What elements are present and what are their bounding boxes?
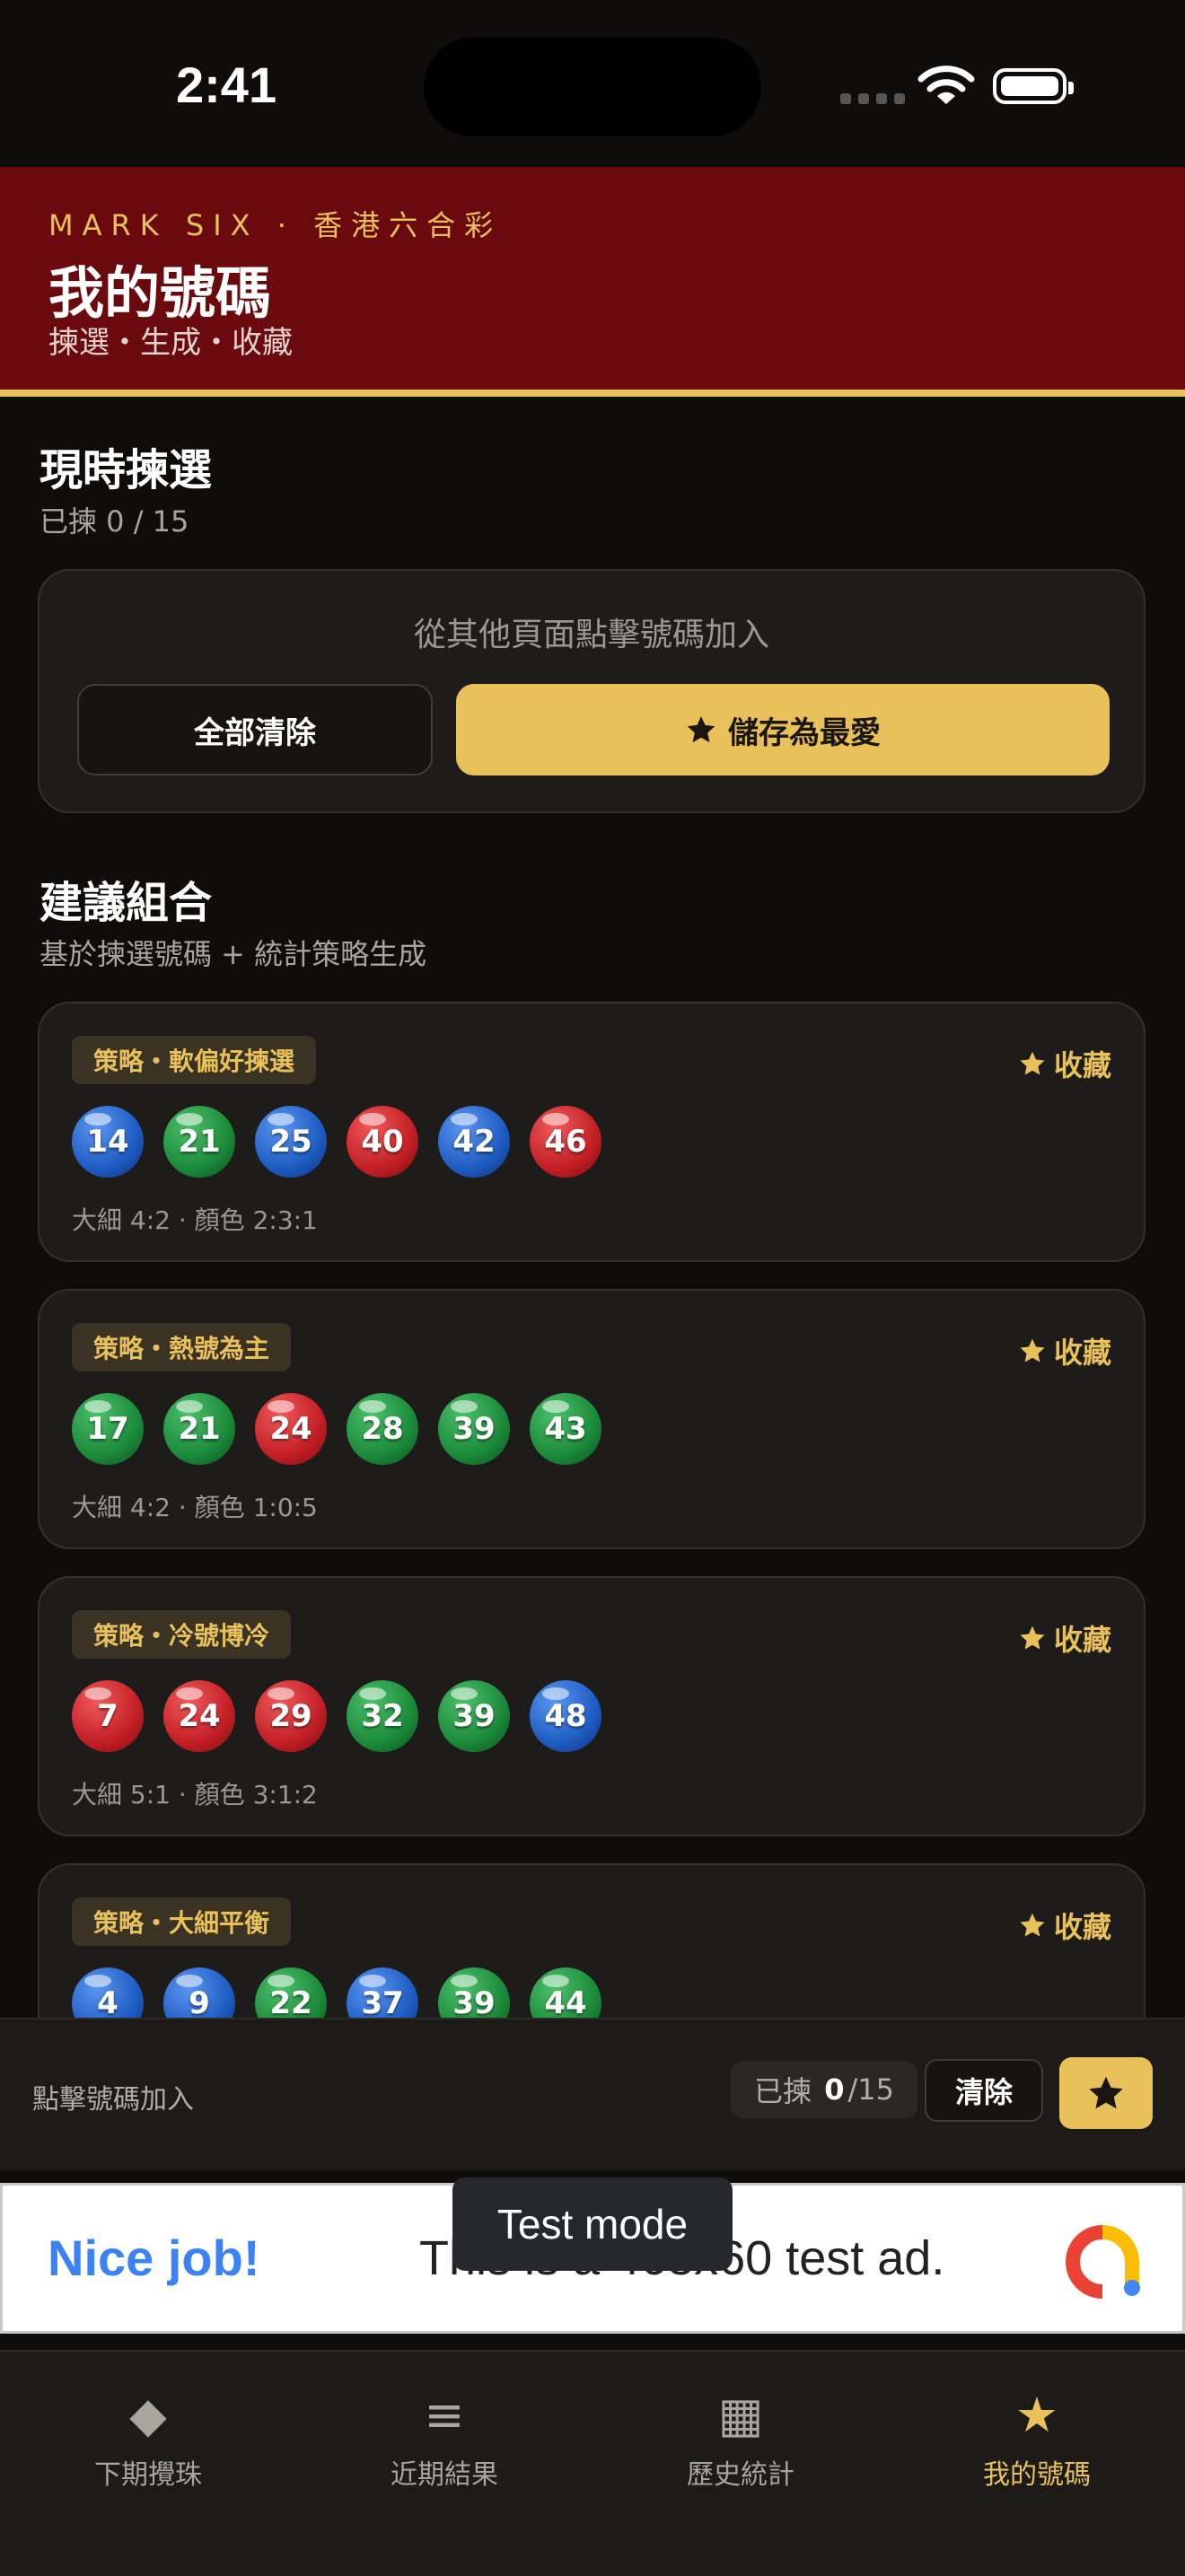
tab-next-draw[interactable]: ◆ 下期攪珠 bbox=[0, 2384, 296, 2492]
status-bar: 2:41 bbox=[0, 0, 1185, 167]
strategy-tag: 策略・軟偏好揀選 bbox=[72, 1036, 317, 1084]
favorite-button[interactable]: 收藏 bbox=[1018, 1330, 1111, 1371]
dynamic-island bbox=[424, 38, 761, 136]
tab-recent-results[interactable]: ≡ 近期結果 bbox=[296, 2384, 592, 2492]
combo-meta: 大細 4:2 · 顏色 2:3:1 bbox=[72, 1205, 318, 1235]
clear-all-button[interactable]: 全部清除 bbox=[77, 684, 433, 775]
favorite-label: 收藏 bbox=[1053, 1336, 1111, 1370]
header-subtitle: 揀選・生成・收藏 bbox=[48, 325, 293, 361]
number-ball[interactable]: 17 bbox=[72, 1393, 144, 1465]
tab-label: 歷史統計 bbox=[687, 2459, 794, 2491]
page-header: MARK SIX · 香港六合彩 我的號碼 揀選・生成・收藏 bbox=[0, 167, 1185, 397]
save-favorite-button[interactable]: 儲存為最愛 bbox=[456, 684, 1110, 775]
suggestions-title: 建議組合 bbox=[40, 878, 213, 928]
number-ball[interactable]: 7 bbox=[72, 1680, 144, 1752]
number-balls: 17 21 24 28 39 43 bbox=[72, 1393, 601, 1465]
star-icon bbox=[1020, 1913, 1045, 1937]
selection-bar-hint: 點擊號碼加入 bbox=[32, 2084, 194, 2116]
tab-history-stats[interactable]: ▦ 歷史統計 bbox=[592, 2384, 889, 2492]
number-ball[interactable]: 29 bbox=[255, 1680, 327, 1752]
number-ball[interactable]: 25 bbox=[255, 1106, 327, 1178]
count-total: /15 bbox=[847, 2072, 894, 2107]
tab-my-numbers[interactable]: ★ 我的號碼 bbox=[889, 2384, 1185, 2492]
number-ball[interactable]: 28 bbox=[347, 1393, 418, 1465]
star-icon: ★ bbox=[1014, 2387, 1059, 2443]
cellular-signal-icon bbox=[840, 93, 905, 104]
battery-icon bbox=[993, 68, 1074, 104]
star-icon bbox=[1020, 1625, 1045, 1650]
number-ball[interactable]: 46 bbox=[530, 1106, 601, 1178]
list-icon: ≡ bbox=[424, 2387, 465, 2443]
suggestion-card: 策略・冷號博冷 收藏 7 24 29 32 39 48 大細 5:1 · 顏色 3:1:2 bbox=[38, 1576, 1146, 1836]
star-icon bbox=[1089, 2076, 1123, 2109]
favorite-button[interactable]: 收藏 bbox=[1018, 1905, 1111, 1946]
combo-meta: 大細 5:1 · 顏色 3:1:2 bbox=[72, 1780, 318, 1809]
strategy-tag: 策略・熱號為主 bbox=[72, 1323, 292, 1371]
number-ball[interactable]: 32 bbox=[347, 1680, 418, 1752]
ad-headline: Nice job! bbox=[48, 2230, 260, 2286]
number-ball[interactable]: 43 bbox=[530, 1393, 601, 1465]
page-title: 我的號碼 bbox=[48, 260, 272, 326]
count-prefix: 已揀 bbox=[754, 2074, 812, 2108]
number-ball[interactable]: 21 bbox=[163, 1393, 235, 1465]
suggestion-card: 策略・軟偏好揀選 收藏 14 21 25 40 42 46 大細 4:2 · 顏色 2:3:1 bbox=[38, 1002, 1146, 1262]
selection-bar: 點擊號碼加入 已揀 0/15 清除 bbox=[0, 2018, 1185, 2170]
favorite-label: 收藏 bbox=[1053, 1623, 1111, 1657]
favorite-label: 收藏 bbox=[1053, 1048, 1111, 1082]
selection-bar-favorite-button[interactable] bbox=[1059, 2057, 1153, 2129]
number-ball[interactable]: 48 bbox=[530, 1680, 601, 1752]
number-ball[interactable]: 24 bbox=[163, 1680, 235, 1752]
star-icon bbox=[1020, 1338, 1045, 1362]
current-selection-panel: 從其他頁面點擊號碼加入 全部清除 儲存為最愛 bbox=[38, 569, 1146, 813]
number-ball[interactable]: 42 bbox=[438, 1106, 510, 1178]
selection-bar-count: 已揀 0/15 bbox=[731, 2061, 917, 2118]
test-mode-toast: Test mode bbox=[452, 2177, 733, 2271]
ad-logo-icon bbox=[1066, 2225, 1140, 2299]
number-ball[interactable]: 14 bbox=[72, 1106, 144, 1178]
tab-label: 我的號碼 bbox=[983, 2459, 1091, 2491]
favorite-button[interactable]: 收藏 bbox=[1018, 1043, 1111, 1084]
number-balls: 14 21 25 40 42 46 bbox=[72, 1106, 601, 1178]
suggestion-card: 策略・熱號為主 收藏 17 21 24 28 39 43 大細 4:2 · 顏色 1:0:5 bbox=[38, 1289, 1146, 1549]
number-ball[interactable]: 24 bbox=[255, 1393, 327, 1465]
selection-bar-clear-button[interactable]: 清除 bbox=[925, 2059, 1043, 2122]
number-ball[interactable]: 39 bbox=[438, 1680, 510, 1752]
number-ball[interactable]: 21 bbox=[163, 1106, 235, 1178]
current-selection-count: 已揀 0 / 15 bbox=[40, 504, 189, 539]
favorite-button[interactable]: 收藏 bbox=[1018, 1617, 1111, 1659]
number-ball[interactable]: 40 bbox=[347, 1106, 418, 1178]
tab-label: 近期結果 bbox=[391, 2459, 498, 2491]
favorite-label: 收藏 bbox=[1053, 1910, 1111, 1944]
number-ball[interactable]: 39 bbox=[438, 1393, 510, 1465]
tab-label: 下期攪珠 bbox=[94, 2459, 202, 2491]
diamond-icon: ◆ bbox=[129, 2387, 167, 2443]
selection-hint: 從其他頁面點擊號碼加入 bbox=[413, 617, 769, 653]
star-icon bbox=[687, 716, 715, 743]
combo-meta: 大細 4:2 · 顏色 1:0:5 bbox=[72, 1493, 318, 1522]
header-kicker: MARK SIX · 香港六合彩 bbox=[48, 208, 503, 242]
status-time: 2:41 bbox=[176, 57, 277, 113]
wifi-icon bbox=[917, 66, 975, 104]
tab-bar: ◆ 下期攪珠 ≡ 近期結果 ▦ 歷史統計 ★ 我的號碼 bbox=[0, 2350, 1185, 2576]
suggestions-subtitle: 基於揀選號碼 + 統計策略生成 bbox=[40, 937, 427, 971]
save-favorite-label: 儲存為最愛 bbox=[728, 714, 881, 751]
count-value: 0 bbox=[824, 2072, 845, 2107]
star-icon bbox=[1020, 1051, 1045, 1075]
grid-icon: ▦ bbox=[717, 2387, 764, 2443]
strategy-tag: 策略・大細平衡 bbox=[72, 1897, 292, 1946]
number-balls: 7 24 29 32 39 48 bbox=[72, 1680, 601, 1752]
current-selection-title: 現時揀選 bbox=[40, 445, 213, 495]
strategy-tag: 策略・冷號博冷 bbox=[72, 1610, 292, 1659]
